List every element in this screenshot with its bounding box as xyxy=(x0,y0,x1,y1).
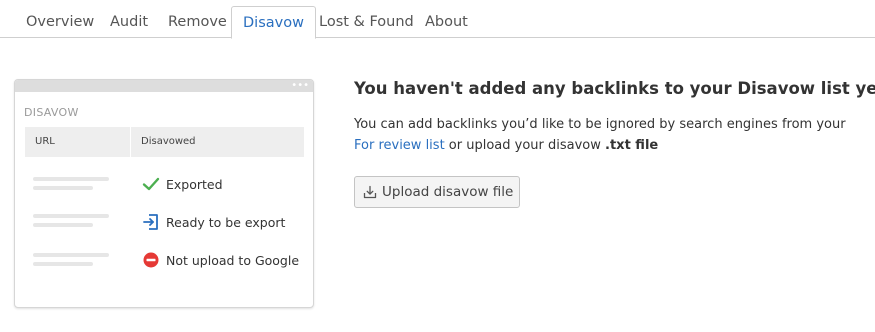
upload-button-label: Upload disavow file xyxy=(382,184,514,200)
tab-lost-and-found[interactable]: Lost & Found xyxy=(308,6,425,39)
status-not-uploaded: Not upload to Google xyxy=(166,253,300,268)
placeholder-line xyxy=(33,262,93,266)
download-tray-icon xyxy=(363,185,377,199)
stop-icon xyxy=(143,252,159,268)
tab-about[interactable]: About xyxy=(414,6,479,39)
placeholder-line xyxy=(33,253,109,257)
tab-audit[interactable]: Audit xyxy=(99,6,159,39)
placeholder-line xyxy=(33,177,109,181)
placeholder-line xyxy=(33,223,93,227)
placeholder-line xyxy=(33,214,109,218)
card-window-bar: ••• xyxy=(15,80,313,92)
tab-disavow[interactable]: Disavow xyxy=(231,6,316,39)
tab-overview[interactable]: Overview xyxy=(15,6,105,39)
description-text: You can add backlinks you’d like to be i… xyxy=(354,117,846,132)
tab-remove[interactable]: Remove xyxy=(157,6,238,39)
empty-state-title: You haven't added any backlinks to your … xyxy=(354,79,875,98)
file-extension: .txt file xyxy=(605,138,659,153)
status-exported: Exported xyxy=(166,177,223,192)
checkmark-icon xyxy=(142,177,160,191)
upload-disavow-file-button[interactable]: Upload disavow file xyxy=(354,176,520,208)
placeholder-line xyxy=(33,186,93,190)
status-ready-to-export: Ready to be export xyxy=(166,215,286,230)
column-disavowed: Disavowed xyxy=(141,136,196,147)
more-dots-icon: ••• xyxy=(291,80,309,91)
card-table-header: URL Disavowed xyxy=(25,127,304,157)
for-review-list-link[interactable]: For review list xyxy=(354,138,445,153)
tab-bar: Overview Audit Remove Disavow Lost & Fou… xyxy=(0,0,875,39)
disavow-illustration-card: ••• DISAVOW URL Disavowed Exported Ready… xyxy=(14,79,314,308)
card-title: DISAVOW xyxy=(24,106,79,119)
column-url: URL xyxy=(35,136,55,147)
export-icon xyxy=(143,214,158,230)
description-text: or upload your disavow xyxy=(444,138,606,153)
column-divider xyxy=(130,127,131,157)
empty-state-description: You can add backlinks you’d like to be i… xyxy=(354,114,854,156)
